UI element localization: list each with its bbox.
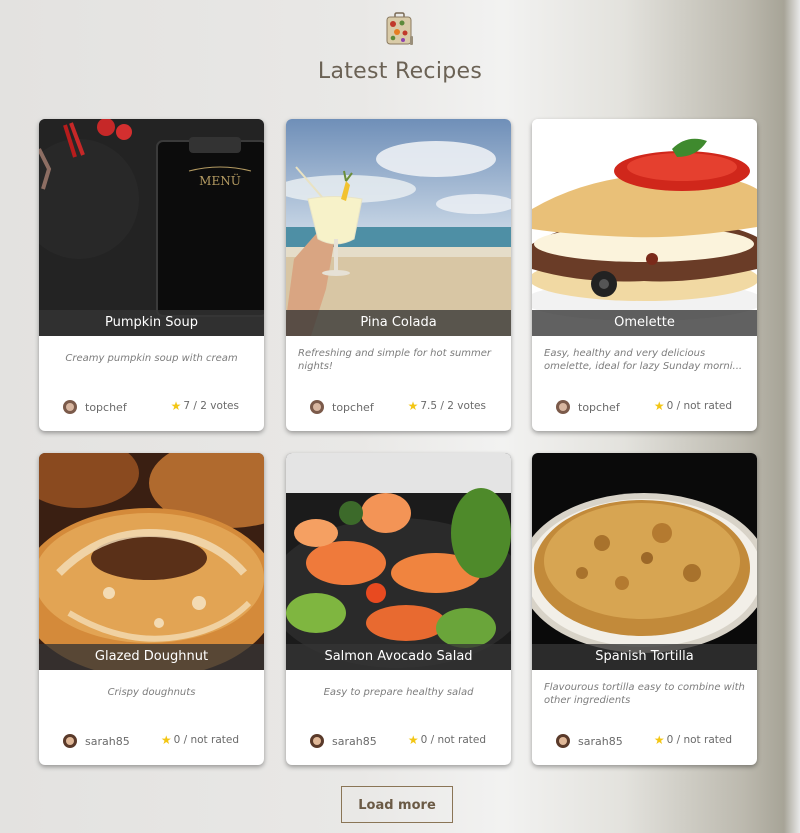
recipe-title[interactable]: Pumpkin Soup [39, 310, 264, 336]
recipe-description: Creamy pumpkin soup with cream [65, 353, 238, 364]
recipe-card[interactable]: MENÜ Pumpkin Soup Creamy pumpkin soup wi… [39, 119, 264, 431]
salmon-salad-photo[interactable] [286, 453, 511, 670]
recipe-rating: ★ 0 / not rated [654, 399, 732, 413]
recipe-title[interactable]: Glazed Doughnut [39, 644, 264, 670]
recipe-author[interactable]: sarah85 [310, 734, 377, 748]
recipe-description: Easy to prepare healthy salad [323, 687, 474, 698]
recipe-rating: ★ 7 / 2 votes [171, 399, 239, 413]
doughnut-photo[interactable] [39, 453, 264, 670]
page-title: Latest Recipes [317, 59, 483, 84]
omelette-photo[interactable] [532, 119, 757, 336]
recipe-title[interactable]: Salmon Avocado Salad [286, 644, 511, 670]
rating-value: 0 / not rated [666, 734, 732, 746]
recipe-card[interactable]: Pina Colada Refreshing and simple for ho… [286, 119, 511, 431]
rating-value: 0 / not rated [666, 400, 732, 412]
beach-cocktail-photo[interactable] [286, 119, 511, 336]
recipe-rating: ★ 7.5 / 2 votes [408, 399, 486, 413]
avatar [310, 734, 324, 748]
avatar [63, 734, 77, 748]
recipe-description: Refreshing and simple for hot summer nig… [298, 348, 492, 372]
star-icon: ★ [653, 399, 665, 413]
star-icon: ★ [160, 733, 172, 747]
recipe-author[interactable]: topchef [63, 400, 127, 414]
recipe-title[interactable]: Spanish Tortilla [532, 644, 757, 670]
avatar [310, 400, 324, 414]
recipe-card[interactable]: Salmon Avocado Salad Easy to prepare hea… [286, 453, 511, 765]
author-name[interactable]: sarah85 [85, 735, 130, 748]
suitcase-logo-icon [384, 12, 414, 46]
recipe-description: Crispy doughnuts [107, 687, 196, 698]
author-name[interactable]: topchef [332, 401, 374, 414]
recipe-rating: ★ 0 / not rated [654, 733, 732, 747]
recipe-author[interactable]: topchef [556, 400, 620, 414]
rating-value: 0 / not rated [173, 734, 239, 746]
rating-value: 7 / 2 votes [183, 400, 239, 412]
star-icon: ★ [170, 399, 182, 413]
svg-text:MENÜ: MENÜ [199, 172, 241, 188]
recipe-card[interactable]: Spanish Tortilla Flavourous tortilla eas… [532, 453, 757, 765]
star-icon: ★ [407, 399, 419, 413]
tortilla-photo[interactable] [532, 453, 757, 670]
author-name[interactable]: topchef [85, 401, 127, 414]
star-icon: ★ [653, 733, 665, 747]
avatar [556, 734, 570, 748]
author-name[interactable]: sarah85 [332, 735, 377, 748]
rating-value: 0 / not rated [420, 734, 486, 746]
recipe-author[interactable]: topchef [310, 400, 374, 414]
recipe-rating: ★ 0 / not rated [161, 733, 239, 747]
recipe-title[interactable]: Omelette [532, 310, 757, 336]
recipe-description: Flavourous tortilla easy to combine with… [544, 682, 745, 706]
recipe-card[interactable]: Omelette Easy, healthy and very deliciou… [532, 119, 757, 431]
star-icon: ★ [407, 733, 419, 747]
menu-board-photo[interactable]: MENÜ [39, 119, 264, 336]
recipe-author[interactable]: sarah85 [556, 734, 623, 748]
avatar [63, 400, 77, 414]
recipe-title[interactable]: Pina Colada [286, 310, 511, 336]
recipe-author[interactable]: sarah85 [63, 734, 130, 748]
avatar [556, 400, 570, 414]
author-name[interactable]: sarah85 [578, 735, 623, 748]
rating-value: 7.5 / 2 votes [420, 400, 486, 412]
recipe-card[interactable]: Glazed Doughnut Crispy doughnuts sarah85… [39, 453, 264, 765]
recipe-rating: ★ 0 / not rated [408, 733, 486, 747]
recipe-description: Easy, healthy and very delicious omelett… [544, 348, 743, 372]
author-name[interactable]: topchef [578, 401, 620, 414]
load-more-button[interactable]: Load more [341, 786, 453, 823]
